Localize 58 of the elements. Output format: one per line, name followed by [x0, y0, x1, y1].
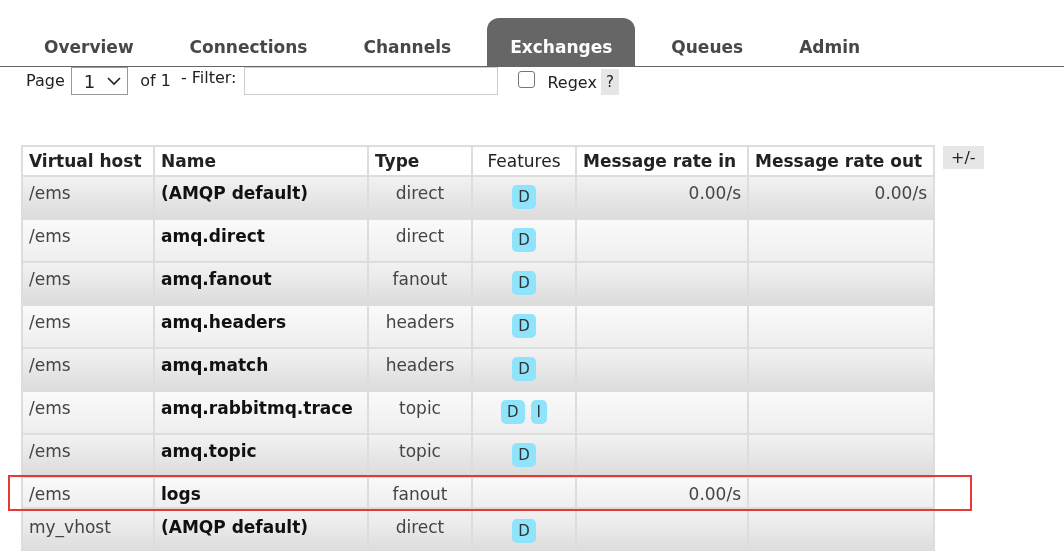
column-header: Virtual host — [22, 146, 154, 176]
regex-label: Regex — [547, 73, 597, 92]
nav-tab[interactable]: Admin — [779, 18, 881, 66]
page-label: Page — [26, 71, 65, 90]
nav-tab[interactable]: Overview — [24, 18, 154, 66]
nav-tab[interactable]: Queues — [651, 18, 764, 66]
regex-checkbox[interactable] — [518, 71, 536, 88]
table-cell[interactable]: (AMQP default) — [154, 510, 368, 551]
feature-badge: D — [512, 443, 536, 467]
table-cell: direct — [368, 510, 472, 551]
table-cell: direct — [368, 176, 472, 219]
table-cell[interactable]: amq.match — [154, 348, 368, 391]
table-cell: 0.00/s — [748, 176, 934, 219]
table-cell: topic — [368, 391, 472, 434]
feature-badge: D — [512, 357, 536, 381]
feature-badge: D — [512, 185, 536, 209]
table-cell[interactable]: amq.topic — [154, 434, 368, 477]
column-header: Message rate out — [748, 146, 934, 176]
table-cell[interactable]: (AMQP default) — [154, 176, 368, 219]
filter-field[interactable] — [244, 67, 499, 95]
feature-badge: D — [501, 400, 525, 424]
filter-label: - Filter: — [180, 68, 237, 87]
table-cell: /ems — [22, 477, 154, 508]
table-cell: direct — [368, 219, 472, 262]
table-cell: fanout — [368, 477, 472, 508]
table-cell: /ems — [22, 305, 154, 348]
table-cell: headers — [368, 348, 472, 391]
page-select[interactable]: 1 — [70, 67, 129, 95]
table-cell: /ems — [22, 391, 154, 434]
table-cell: 0.00/s — [576, 176, 748, 219]
table-cell: /ems — [22, 348, 154, 391]
feature-badge: D — [512, 271, 536, 295]
chevron-down-icon — [107, 76, 122, 86]
feature-badge: D — [512, 519, 536, 543]
nav-tab[interactable]: Connections — [169, 18, 328, 66]
table-cell: /ems — [22, 434, 154, 477]
table-cell: my_vhost — [22, 510, 154, 551]
table-cell[interactable]: amq.direct — [154, 219, 368, 262]
table-cell[interactable]: amq.rabbitmq.trace — [154, 391, 368, 434]
nav-tab[interactable]: Channels — [343, 18, 472, 66]
table-cell[interactable]: logs — [154, 477, 368, 508]
column-header: Name — [154, 146, 368, 176]
column-header: Message rate in — [576, 146, 748, 176]
nav-tab[interactable]: Exchanges — [487, 18, 636, 66]
table-cell: /ems — [22, 219, 154, 262]
table-cell: fanout — [368, 262, 472, 305]
help-button[interactable]: ? — [600, 69, 619, 95]
feature-badge: I — [530, 400, 547, 424]
feature-badge: D — [512, 228, 536, 252]
table-cell: 0.00/s — [576, 477, 748, 508]
page-count: of 1 — [140, 71, 171, 90]
table-cell: /ems — [22, 176, 154, 219]
table-cell: headers — [368, 305, 472, 348]
table-cell: /ems — [22, 262, 154, 305]
feature-badge: D — [512, 314, 536, 338]
column-toggle-button[interactable]: +/- — [943, 146, 984, 169]
table-cell[interactable]: amq.fanout — [154, 262, 368, 305]
table-cell[interactable]: amq.headers — [154, 305, 368, 348]
